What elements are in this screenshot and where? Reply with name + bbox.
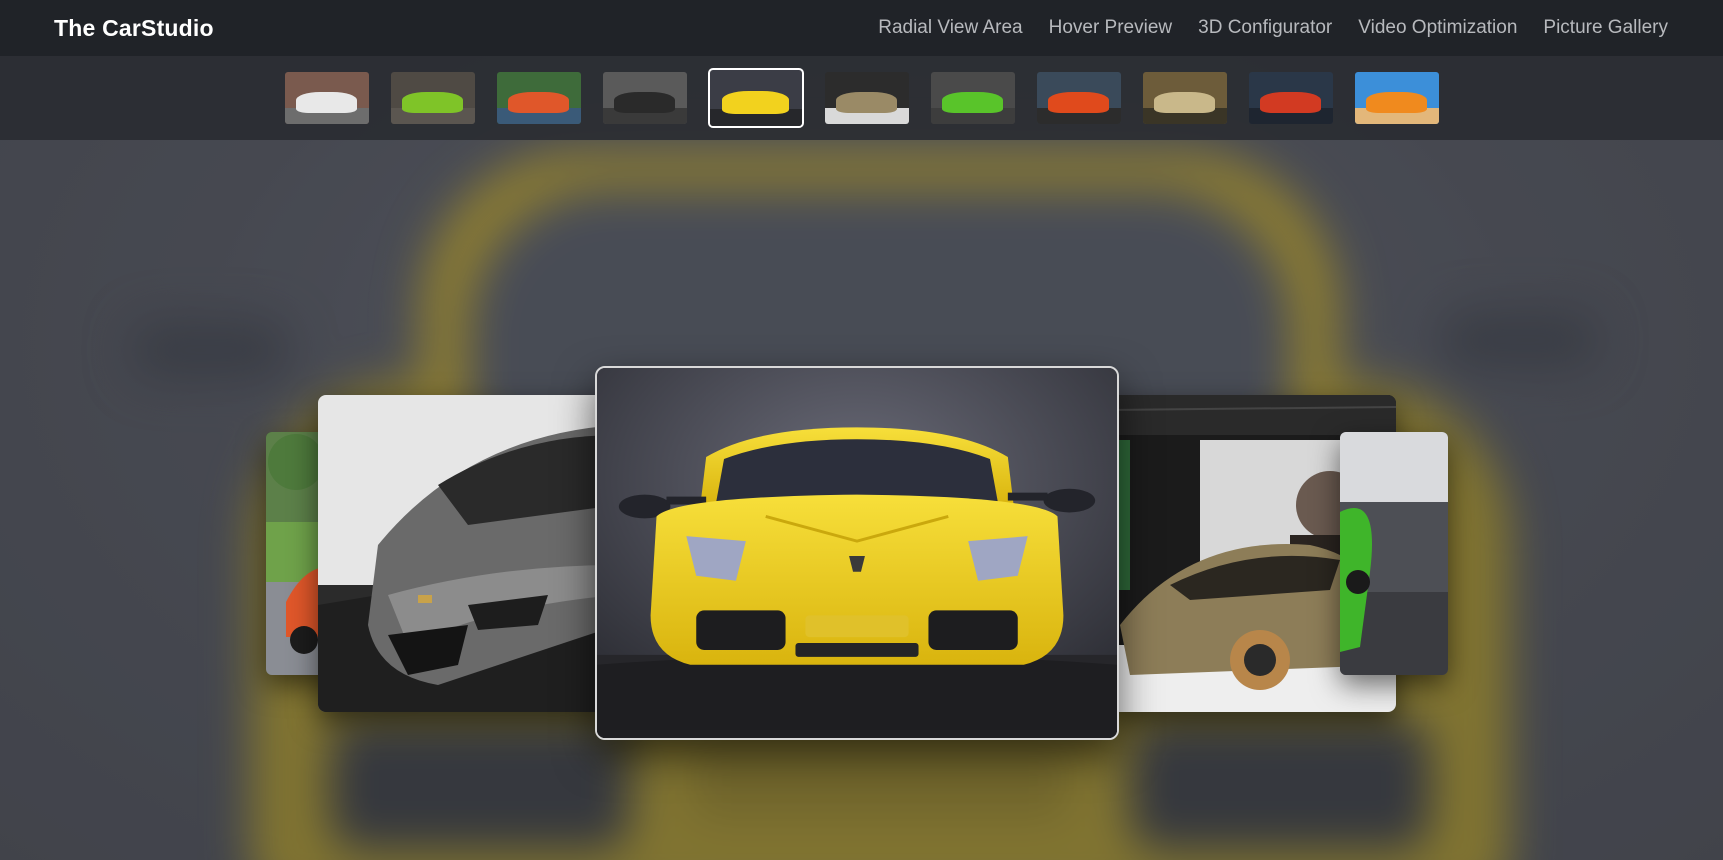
thumbnail-4[interactable] [602,72,687,124]
thumbnail-strip [0,56,1723,140]
black-lamborghini-thumbnail-icon [614,91,675,113]
nav-link-picture-gallery[interactable]: Picture Gallery [1530,17,1668,39]
yellow-lamborghini-thumbnail-icon [722,91,789,114]
thumbnail-7[interactable] [930,72,1015,124]
gold-lamborghini-thumbnail-icon [836,91,897,113]
thumbnail-3[interactable] [496,72,581,124]
desert-orange-lamborghini-thumbnail-icon [1366,91,1427,113]
nav-link-video-optimization[interactable]: Video Optimization [1345,17,1530,39]
top-navbar: The CarStudio Radial View Area Hover Pre… [0,0,1723,56]
city-red-lamborghini-thumbnail-icon [1260,91,1321,113]
nav-link-3d-configurator[interactable]: 3D Configurator [1185,17,1345,39]
thumbnail-10[interactable] [1248,72,1333,124]
thumbnail-9[interactable] [1142,72,1227,124]
thumbnail-1[interactable] [284,72,369,124]
thumbnail-2[interactable] [390,72,475,124]
thumbnail-11[interactable] [1354,72,1439,124]
green-car-photo-icon [1340,432,1448,675]
thumbnail-6[interactable] [824,72,909,124]
carousel-card-near-left[interactable] [318,395,618,712]
gray-huracan-photo-icon [318,395,618,712]
orange-lamborghini-thumbnail-icon [508,91,569,113]
carousel-card-center[interactable] [595,366,1119,740]
carousel-card-far-right[interactable] [1340,432,1448,675]
chrome-lamborghini-thumbnail-icon [1154,91,1215,113]
lime-lamborghini-thumbnail-icon [942,91,1003,113]
nav-link-hover-preview[interactable]: Hover Preview [1036,17,1186,39]
white-lamborghini-thumbnail-icon [296,91,357,113]
green-lamborghini-thumbnail-icon [402,91,463,113]
red-lamborghini-thumbnail-icon [1048,91,1109,113]
nav-link-radial-view-area[interactable]: Radial View Area [865,17,1035,39]
image-carousel [0,140,1723,860]
yellow-gallardo-photo-icon [597,368,1117,738]
thumbnail-8[interactable] [1036,72,1121,124]
nav-links: Radial View Area Hover Preview 3D Config… [865,17,1668,39]
brand-logo[interactable]: The CarStudio [54,15,214,42]
thumbnail-5[interactable] [707,68,804,128]
